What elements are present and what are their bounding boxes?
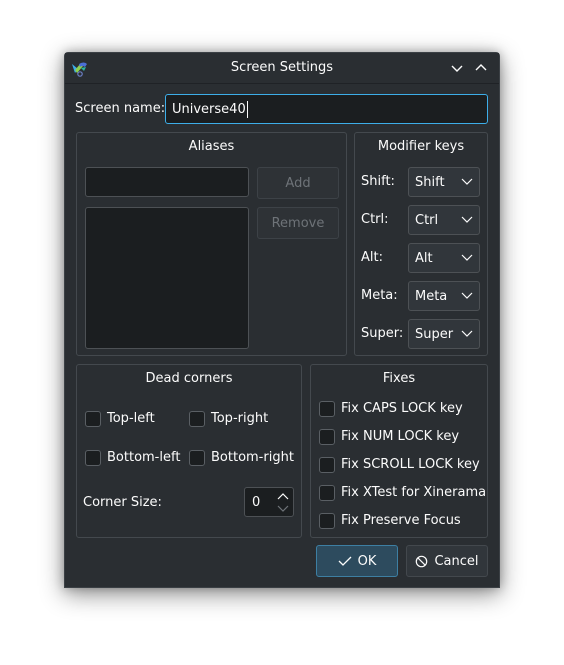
cancel-icon xyxy=(416,555,428,567)
spin-down-icon[interactable] xyxy=(277,505,289,513)
chevron-up-icon[interactable] xyxy=(473,60,489,76)
chevron-down-icon xyxy=(461,178,473,185)
alias-input[interactable] xyxy=(85,167,249,197)
meta-label: Meta: xyxy=(361,288,398,303)
bottom-left-checkbox[interactable] xyxy=(85,450,101,466)
chevron-down-icon xyxy=(461,216,473,223)
fix-num-lock-label[interactable]: Fix NUM LOCK key xyxy=(341,429,459,444)
chevron-down-icon[interactable] xyxy=(449,60,465,76)
screen-name-value: Universe40 xyxy=(172,101,246,117)
checkmark-icon xyxy=(338,556,352,566)
aliases-title: Aliases xyxy=(188,139,235,154)
modifier-keys-title: Modifier keys xyxy=(377,139,465,154)
dead-corners-title: Dead corners xyxy=(145,371,233,386)
window-title: Screen Settings xyxy=(230,60,334,75)
text-caret xyxy=(246,100,248,118)
title-bar[interactable]: Screen Settings xyxy=(65,53,499,84)
super-combo[interactable]: Super xyxy=(408,319,480,349)
chevron-down-icon xyxy=(461,330,473,337)
top-left-checkbox[interactable] xyxy=(85,411,101,427)
top-right-label[interactable]: Top-right xyxy=(211,411,268,426)
super-label: Super: xyxy=(361,326,404,341)
fix-xtest-checkbox[interactable] xyxy=(319,485,335,501)
corner-size-spinbox[interactable]: 0 xyxy=(244,487,294,517)
ctrl-combo[interactable]: Ctrl xyxy=(408,205,480,235)
add-alias-button[interactable]: Add xyxy=(257,167,339,199)
shift-combo[interactable]: Shift xyxy=(408,167,480,197)
bottom-left-label[interactable]: Bottom-left xyxy=(107,450,180,465)
fix-preserve-focus-label[interactable]: Fix Preserve Focus xyxy=(341,513,461,528)
modifier-keys-group: Modifier keys Shift: Shift Ctrl: Ctrl Al… xyxy=(354,132,488,356)
bottom-right-checkbox[interactable] xyxy=(189,450,205,466)
corner-size-label: Corner Size: xyxy=(83,495,162,510)
fix-caps-lock-checkbox[interactable] xyxy=(319,401,335,417)
alt-combo[interactable]: Alt xyxy=(408,243,480,273)
fixes-group: Fixes Fix CAPS LOCK key Fix NUM LOCK key… xyxy=(310,364,488,538)
fix-num-lock-checkbox[interactable] xyxy=(319,429,335,445)
top-right-checkbox[interactable] xyxy=(189,411,205,427)
corner-size-value: 0 xyxy=(252,495,261,510)
ok-button[interactable]: OK xyxy=(316,545,398,577)
cancel-button[interactable]: Cancel xyxy=(406,545,488,577)
fix-caps-lock-label[interactable]: Fix CAPS LOCK key xyxy=(341,401,463,416)
remove-alias-button[interactable]: Remove xyxy=(257,207,339,239)
ctrl-label: Ctrl: xyxy=(361,212,389,227)
alt-label: Alt: xyxy=(361,250,383,265)
spin-up-icon[interactable] xyxy=(277,492,289,500)
fixes-title: Fixes xyxy=(382,371,416,386)
chevron-down-icon xyxy=(461,292,473,299)
aliases-list[interactable] xyxy=(85,207,249,349)
meta-combo[interactable]: Meta xyxy=(408,281,480,311)
dead-corners-group: Dead corners Top-left Top-right Bottom-l… xyxy=(76,364,302,538)
fix-xtest-label[interactable]: Fix XTest for Xinerama xyxy=(341,485,486,500)
aliases-group: Aliases Add Remove xyxy=(76,132,347,356)
screen-name-label: Screen name: xyxy=(75,101,166,116)
shift-label: Shift: xyxy=(361,174,395,189)
top-left-label[interactable]: Top-left xyxy=(107,411,155,426)
fix-scroll-lock-checkbox[interactable] xyxy=(319,457,335,473)
fix-scroll-lock-label[interactable]: Fix SCROLL LOCK key xyxy=(341,457,480,472)
fix-preserve-focus-checkbox[interactable] xyxy=(319,513,335,529)
screen-settings-dialog: Screen Settings Screen name: Universe40 … xyxy=(64,52,500,588)
chevron-down-icon xyxy=(461,254,473,261)
screen-name-input[interactable]: Universe40 xyxy=(165,94,488,124)
bottom-right-label[interactable]: Bottom-right xyxy=(211,450,294,465)
